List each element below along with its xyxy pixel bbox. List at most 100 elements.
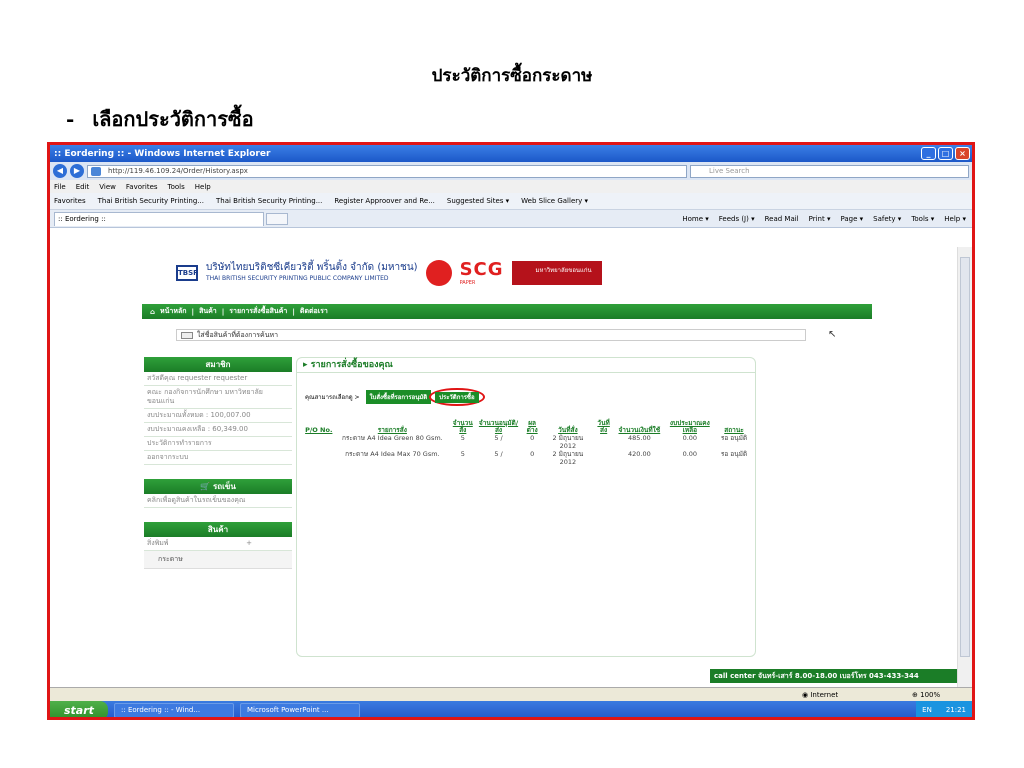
remaining-budget: งบประมาณคงเหลือ : 60,349.00 [144,423,292,437]
category-paper[interactable]: กระดาษ [144,551,292,569]
feeds-button[interactable]: Feeds (J) ▾ [719,215,755,223]
table-row: กระดาษ A4 Idea Green 80 Gsm. 5 5 / 0 2 ม… [341,434,748,450]
logout-link[interactable]: ออกจากระบบ [144,451,292,465]
menu-favorites[interactable]: Favorites [126,183,158,191]
page-menu[interactable]: Page ▾ [840,215,863,223]
globe-icon: ◉ [802,690,809,699]
orders-table: P/O No. รายการสั่ง จำนวนสั่ง จำนวนอนุมัต… [303,420,753,467]
nav-home[interactable]: หน้าหลัก [160,306,186,317]
subnav-label: คุณสามารถเลือกดู > [305,394,360,401]
taskbar-item-ie[interactable]: :: Eordering :: - Wind... [114,703,234,717]
maximize-button[interactable]: □ [938,147,953,160]
view-cart-link[interactable]: คลิกเพื่อดูสินค้าในรถเข็นของคุณ [144,494,292,508]
page-icon [91,166,101,176]
minimize-button[interactable]: _ [921,147,936,160]
col-po[interactable]: P/O No. [303,420,335,434]
home-button[interactable]: Home ▾ [682,215,708,223]
nav-products[interactable]: สินค้า [199,306,217,317]
browser-search-input[interactable]: Live Search [690,164,969,178]
new-tab-button[interactable] [266,212,288,225]
favorite-link[interactable]: Register Approover and Re... [334,197,435,205]
col-diff[interactable]: ผลต่าง [522,420,543,434]
orders-panel: ▸ รายการสั่งซื้อของคุณ คุณสามารถเลือกดู … [296,357,756,657]
browser-screenshot: :: Eordering :: - Windows Internet Explo… [47,142,975,720]
system-tray: EN 21:21 [916,701,972,717]
address-bar-row: ◀ ▶ http://119.46.109.24/Order/History.a… [50,162,972,180]
safety-menu[interactable]: Safety ▾ [873,215,901,223]
favorite-link[interactable]: Thai British Security Printing... [98,197,204,205]
scrollbar-thumb[interactable] [960,257,970,657]
taskbar-item-powerpoint[interactable]: Microsoft PowerPoint ... [240,703,360,717]
slide-title: ประวัติการซื้อกระดาษ [431,66,593,86]
col-order-date[interactable]: วันที่สั่ง [543,420,593,434]
taskbar: start :: Eordering :: - Wind... Microsof… [50,701,972,717]
favorites-bar: Favorites Thai British Security Printing… [50,193,972,210]
greeting: สวัสดีคุณ requester requester [144,372,292,386]
col-qty[interactable]: จำนวนสั่ง [450,420,475,434]
read-mail-button[interactable]: Read Mail [765,215,799,223]
orders-subnav: คุณสามารถเลือกดู > ใบสั่งซื้อที่รอการอนุ… [305,388,485,406]
col-approved[interactable]: จำนวนอนุมัติ/ส่ง [475,420,521,434]
category-printing[interactable]: สิ่งพิมพ์ + [144,537,292,551]
cart-heading: 🛒 รถเข็น [144,479,292,494]
bullet-dash: - [66,107,75,131]
language-indicator[interactable]: EN [922,701,932,717]
scg-emblem-icon [425,259,452,286]
nav-contact[interactable]: ติดต่อเรา [300,306,328,317]
help-menu[interactable]: Help ▾ [944,215,966,223]
history-tab[interactable]: ประวัติการซื้อ [435,392,479,403]
status-bar: ◉ Internet ⊕ 100% [50,687,972,701]
products-heading: สินค้า [144,522,292,537]
nav-orders[interactable]: รายการสั่งซื้อสินค้า [229,306,287,317]
cart-icon: 🛒 [200,482,211,491]
sidebar: สมาชิก สวัสดีคุณ requester requester คณะ… [144,357,292,569]
tools-menu[interactable]: Tools ▾ [911,215,934,223]
tab-bar: :: Eordering :: Home ▾ Feeds (J) ▾ Read … [50,210,972,228]
member-heading: สมาชิก [144,357,292,372]
address-field[interactable]: http://119.46.109.24/Order/History.aspx [87,164,687,178]
zoom-icon: ⊕ [912,690,918,699]
company-name: บริษัทไทยบริติชซีเคียวริตี้ พริ้นติ้ง จำ… [206,261,418,282]
vertical-scrollbar[interactable] [957,247,972,687]
favorites-button[interactable]: Favorites [54,197,86,205]
print-button[interactable]: Print ▾ [809,215,831,223]
transaction-history-link[interactable]: ประวัติการทำรายการ [144,437,292,451]
col-ship-date[interactable]: วันที่ส่ง [593,420,614,434]
menu-tools[interactable]: Tools [168,183,185,191]
favorite-link[interactable]: Suggested Sites ▾ [447,197,509,205]
table-row: กระดาษ A4 Idea Max 70 Gsm. 5 5 / 0 2 มิถ… [345,450,748,466]
header-logos: TBSP บริษัทไทยบริติชซีเคียวริตี้ พริ้นติ… [176,259,602,286]
product-search-input[interactable]: ใส่ชื่อสินค้าที่ต้องการค้นหา [176,329,806,341]
menu-file[interactable]: File [54,183,66,191]
highlight-oval: ประวัติการซื้อ [429,388,485,406]
zoom-control[interactable]: ⊕ 100% [912,691,972,699]
col-balance[interactable]: งบประมาณคงเหลือ [665,420,715,434]
expand-icon[interactable]: + [246,539,252,548]
arrow-right-icon: ▸ [303,360,308,370]
back-icon[interactable]: ◀ [53,164,67,178]
start-button[interactable]: start [50,701,108,717]
menu-edit[interactable]: Edit [76,183,90,191]
clock: 21:21 [945,706,966,714]
col-amount[interactable]: จำนวนเงินที่ใช้ [614,420,664,434]
col-status[interactable]: สถานะ [715,420,753,434]
tab-eordering[interactable]: :: Eordering :: [54,211,264,226]
home-icon: ⌂ [150,307,156,316]
favorite-link[interactable]: Thai British Security Printing... [216,197,322,205]
menu-help[interactable]: Help [195,183,211,191]
pending-orders-tab[interactable]: ใบสั่งซื้อที่รอการอนุมัติ [365,390,432,404]
mouse-cursor-icon: ↖ [828,329,837,340]
close-button[interactable]: × [955,147,970,160]
site-navbar: ⌂ หน้าหลัก | สินค้า | รายการสั่งซื้อสินค้า… [142,304,872,319]
menu-view[interactable]: View [99,183,116,191]
total-budget: งบประมาณทั้งหมด : 100,007.00 [144,409,292,423]
university-logo: มหาวิทยาลัยขอนแก่น [511,260,602,285]
forward-icon[interactable]: ▶ [70,164,84,178]
page-content: TBSP บริษัทไทยบริติชซีเคียวริตี้ พริ้นติ… [50,247,960,687]
favorite-link[interactable]: Web Slice Gallery ▾ [521,197,588,205]
col-item[interactable]: รายการสั่ง [335,420,451,434]
tbsp-logo: TBSP [176,264,198,281]
window-titlebar: :: Eordering :: - Windows Internet Explo… [50,145,972,162]
menu-bar: File Edit View Favorites Tools Help [50,180,972,193]
window-title: :: Eordering :: - Windows Internet Explo… [54,148,271,159]
